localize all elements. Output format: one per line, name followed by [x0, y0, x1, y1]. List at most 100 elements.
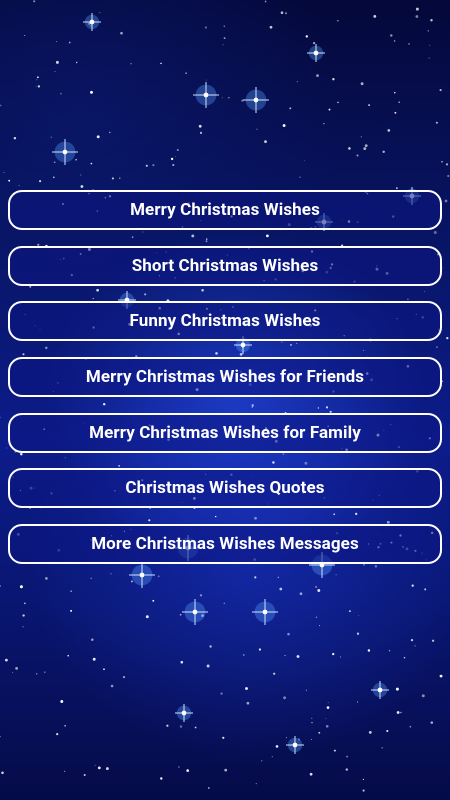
merry-christmas-wishes-button[interactable]: Merry Christmas Wishes	[8, 190, 442, 230]
star	[367, 649, 371, 652]
star	[223, 37, 226, 40]
star	[315, 585, 318, 588]
star	[103, 668, 105, 671]
star	[35, 673, 38, 675]
more-wishes-messages-button[interactable]: More Christmas Wishes Messages	[8, 524, 442, 565]
star	[414, 645, 416, 647]
star	[64, 724, 66, 727]
star	[53, 176, 55, 179]
funny-christmas-wishes-button[interactable]: Funny Christmas Wishes	[8, 301, 442, 342]
star	[130, 580, 133, 583]
star	[287, 632, 290, 636]
star	[327, 701, 329, 703]
star	[36, 79, 38, 81]
star	[382, 150, 385, 154]
star	[289, 107, 292, 110]
star	[80, 174, 82, 176]
star	[363, 147, 367, 151]
star	[60, 700, 64, 703]
star	[80, 185, 84, 188]
star	[368, 731, 372, 734]
wishes-for-friends-button[interactable]: Merry Christmas Wishes for Friends	[8, 357, 442, 398]
star	[175, 156, 177, 157]
star	[120, 31, 123, 35]
star	[194, 726, 197, 729]
bright-star	[371, 681, 389, 699]
star	[394, 91, 396, 94]
star	[424, 588, 427, 591]
star	[24, 602, 26, 605]
star	[110, 684, 114, 688]
star	[337, 101, 339, 104]
star	[160, 62, 162, 65]
star	[421, 694, 425, 698]
christmas-wishes-quotes-button[interactable]: Christmas Wishes Quotes	[8, 468, 442, 509]
star	[368, 104, 371, 107]
star	[223, 25, 225, 27]
star	[19, 585, 23, 589]
star	[5, 658, 8, 662]
bright-star	[243, 87, 269, 113]
star	[311, 738, 312, 740]
star	[415, 15, 419, 18]
star	[111, 177, 114, 180]
star	[311, 721, 313, 724]
star	[403, 656, 406, 659]
star	[204, 26, 208, 29]
star	[364, 144, 368, 148]
star	[90, 162, 93, 165]
star	[305, 689, 307, 691]
star	[339, 656, 341, 658]
wishes-for-family-button[interactable]: Merry Christmas Wishes for Family	[8, 412, 442, 453]
star	[264, 0, 267, 3]
star	[172, 163, 175, 167]
star	[179, 725, 183, 728]
star	[429, 44, 431, 46]
star	[256, 128, 258, 130]
star	[97, 766, 101, 770]
star	[444, 199, 448, 203]
star	[166, 724, 169, 727]
star	[393, 40, 396, 42]
star	[430, 721, 434, 724]
star	[305, 35, 308, 38]
star	[222, 736, 225, 739]
star	[39, 180, 42, 183]
star	[273, 672, 276, 675]
star	[55, 60, 59, 64]
star	[275, 745, 279, 748]
star	[60, 92, 62, 95]
star	[15, 667, 18, 670]
star	[362, 778, 364, 781]
star	[309, 772, 313, 776]
star	[222, 97, 223, 98]
star	[185, 72, 187, 74]
star	[152, 599, 155, 602]
star	[337, 20, 339, 22]
star	[242, 654, 245, 656]
star	[105, 767, 109, 771]
star	[145, 615, 149, 619]
star	[37, 76, 39, 79]
star	[64, 770, 66, 772]
star	[280, 11, 284, 14]
bright-star	[52, 139, 78, 165]
bright-star	[252, 599, 278, 625]
star	[269, 25, 273, 29]
star	[303, 160, 305, 162]
star	[264, 140, 267, 143]
star	[99, 12, 101, 14]
star	[315, 616, 318, 619]
star	[356, 154, 359, 157]
star	[94, 764, 96, 766]
star	[282, 124, 286, 127]
star	[258, 648, 261, 651]
star	[373, 15, 377, 18]
short-christmas-wishes-button[interactable]: Short Christmas Wishes	[8, 245, 442, 286]
star	[332, 652, 335, 656]
star	[430, 18, 433, 22]
star	[410, 639, 414, 642]
star	[179, 613, 182, 616]
star	[199, 131, 203, 135]
star	[357, 701, 359, 703]
